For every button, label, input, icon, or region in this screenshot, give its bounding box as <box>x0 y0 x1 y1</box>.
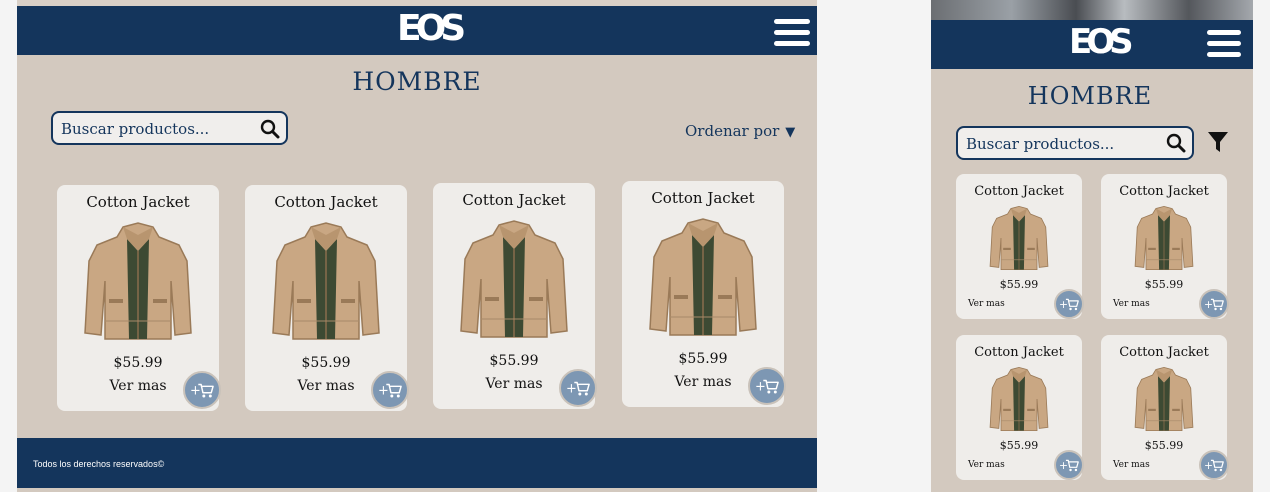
filter-icon[interactable] <box>1208 131 1228 153</box>
header: EOS <box>931 20 1253 69</box>
view-more-link[interactable]: Ver mas <box>968 460 1005 470</box>
header: EOS <box>17 6 817 55</box>
product-name: Cotton Jacket <box>86 193 190 211</box>
product-name: Cotton Jacket <box>1119 184 1209 199</box>
view-more-link[interactable]: Ver mas <box>1113 299 1150 309</box>
add-to-cart-icon <box>566 378 590 398</box>
search-input[interactable]: Buscar productos... <box>51 111 288 145</box>
brand-logo[interactable]: EOS <box>1069 22 1134 62</box>
page-title: HOMBRE <box>352 67 482 96</box>
add-to-cart-icon <box>1059 296 1079 312</box>
page-title: HOMBRE <box>1027 82 1153 110</box>
product-image[interactable] <box>1134 366 1194 432</box>
hamburger-menu-icon[interactable] <box>774 19 810 52</box>
product-image[interactable] <box>271 221 381 341</box>
product-price: $55.99 <box>301 355 351 371</box>
add-to-cart-button[interactable] <box>371 371 409 409</box>
footer: Todos los derechos reservados© <box>17 438 817 488</box>
product-name: Cotton Jacket <box>462 191 566 209</box>
add-to-cart-icon <box>1204 457 1224 473</box>
add-to-cart-button[interactable] <box>183 371 221 409</box>
search-icon[interactable] <box>260 119 280 139</box>
chevron-down-icon: ▼ <box>785 125 796 140</box>
add-to-cart-button[interactable] <box>1199 450 1229 480</box>
product-image[interactable] <box>989 205 1049 271</box>
view-more-link[interactable]: Ver mas <box>1113 460 1150 470</box>
product-image[interactable] <box>1134 205 1194 271</box>
footer-copyright: Todos los derechos reservados© <box>33 459 165 469</box>
product-name: Cotton Jacket <box>974 345 1064 360</box>
add-to-cart-button[interactable] <box>1054 450 1084 480</box>
product-card[interactable]: Cotton Jacket $55.99 Ver mas <box>1101 335 1229 480</box>
product-card[interactable]: Cotton Jacket $55.99 Ver mas <box>57 185 221 411</box>
add-to-cart-button[interactable] <box>1199 289 1229 319</box>
sort-label: Ordenar por <box>685 122 780 140</box>
product-name: Cotton Jacket <box>651 189 755 207</box>
add-to-cart-button[interactable] <box>1054 289 1084 319</box>
add-to-cart-icon <box>1059 457 1079 473</box>
mobile-frame: EOS HOMBRE Buscar productos... Cotton Ja… <box>931 0 1253 492</box>
search-input[interactable]: Buscar productos... <box>956 126 1194 160</box>
product-card[interactable]: Cotton Jacket $55.99 Ver mas <box>622 181 786 407</box>
product-card[interactable]: Cotton Jacket $55.99 Ver mas <box>1101 174 1229 319</box>
hamburger-menu-icon[interactable] <box>1207 30 1241 63</box>
product-card[interactable]: Cotton Jacket $55.99 Ver mas <box>245 185 409 411</box>
add-to-cart-icon <box>378 380 402 400</box>
product-image[interactable] <box>648 217 758 337</box>
product-price: $55.99 <box>113 355 163 371</box>
view-more-link[interactable]: Ver mas <box>968 299 1005 309</box>
add-to-cart-icon <box>1204 296 1224 312</box>
search-icon[interactable] <box>1166 133 1186 153</box>
sort-dropdown[interactable]: Ordenar por ▼ <box>685 122 795 140</box>
product-image[interactable] <box>459 219 569 339</box>
product-card[interactable]: Cotton Jacket $55.99 Ver mas <box>433 183 597 409</box>
product-card[interactable]: Cotton Jacket $55.99 Ver mas <box>956 335 1084 480</box>
product-card[interactable]: Cotton Jacket $55.99 Ver mas <box>956 174 1084 319</box>
add-to-cart-icon <box>755 376 779 396</box>
desktop-frame: EOS HOMBRE Buscar productos... Ordenar p… <box>17 0 817 492</box>
product-price: $55.99 <box>678 351 728 367</box>
product-price: $55.99 <box>489 353 539 369</box>
add-to-cart-button[interactable] <box>559 369 597 407</box>
product-image[interactable] <box>83 221 193 341</box>
search-placeholder: Buscar productos... <box>61 120 210 138</box>
product-name: Cotton Jacket <box>1119 345 1209 360</box>
product-image[interactable] <box>989 366 1049 432</box>
product-name: Cotton Jacket <box>274 193 378 211</box>
search-placeholder: Buscar productos... <box>966 135 1115 153</box>
banner-image <box>931 0 1253 20</box>
add-to-cart-button[interactable] <box>748 367 786 405</box>
add-to-cart-icon <box>190 380 214 400</box>
brand-logo[interactable]: EOS <box>397 9 466 49</box>
product-name: Cotton Jacket <box>974 184 1064 199</box>
